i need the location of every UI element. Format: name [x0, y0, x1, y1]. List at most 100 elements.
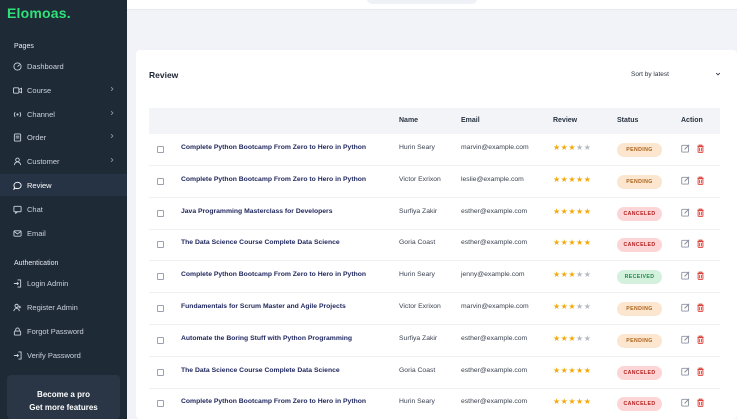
trash-icon[interactable] [696, 208, 705, 217]
sidebar-item-label: Dashboard [27, 61, 64, 71]
scrollbar[interactable] [727, 0, 737, 419]
col-action-header: Action [681, 117, 703, 124]
course-title[interactable]: Complete Python Bootcamp From Zero to He… [181, 144, 366, 151]
star-icon: ★ [553, 238, 561, 248]
rating-stars: ★★★★★ [553, 303, 591, 311]
row-checkbox[interactable] [157, 305, 164, 312]
row-checkbox[interactable] [157, 177, 164, 185]
trash-icon[interactable] [696, 176, 705, 185]
rating-stars: ★★★★★ [553, 144, 591, 152]
reviewer-email: esther@example.com [461, 239, 528, 247]
status-badge: CANCELED [617, 206, 662, 221]
sidebar-item-label: Order [27, 132, 47, 142]
mail-icon [13, 229, 22, 238]
sidebar-item-customer[interactable]: Customer [0, 150, 127, 172]
edit-icon[interactable] [681, 335, 690, 344]
col-email-header[interactable]: Email [461, 117, 480, 124]
trash-icon[interactable] [696, 144, 705, 153]
course-title[interactable]: Complete Python Bootcamp From Zero to He… [181, 176, 366, 183]
trash-icon[interactable] [696, 398, 705, 408]
table-row: Fundamentals for Scrum Master and Agile … [149, 293, 720, 325]
row-checkbox[interactable] [157, 146, 164, 153]
row-checkbox[interactable] [157, 273, 164, 281]
sidebar-item-order[interactable]: Order [0, 126, 127, 148]
row-checkbox[interactable] [157, 209, 164, 217]
table-row: Complete Python Bootcamp From Zero to He… [149, 261, 720, 294]
order-icon [13, 132, 22, 142]
sidebar-item-label: Chat [27, 204, 43, 214]
star-icon: ★ [553, 397, 561, 407]
trash-icon[interactable] [696, 303, 705, 312]
course-title[interactable]: Java Programming Masterclass for Develop… [181, 208, 333, 215]
table-row: Java Programming Masterclass for Develop… [149, 198, 720, 230]
sidebar-item-forgot-password[interactable]: Forgot Password [0, 320, 127, 342]
trash-icon[interactable] [696, 239, 705, 249]
row-checkbox[interactable] [157, 336, 164, 344]
status-badge: CANCELED [617, 397, 662, 412]
star-icon: ★ [568, 302, 577, 311]
edit-icon[interactable] [681, 303, 690, 312]
edit-icon[interactable] [681, 208, 690, 217]
edit-icon[interactable] [681, 367, 690, 376]
course-title[interactable]: The Data Science Course Complete Data Sc… [181, 239, 340, 246]
sidebar-item-verify-password[interactable]: Verify Password [0, 344, 127, 366]
table-row: Complete Python Bootcamp From Zero to He… [149, 134, 720, 166]
edit-icon[interactable] [681, 398, 690, 407]
course-title[interactable]: Complete Python Bootcamp From Zero to He… [181, 271, 366, 278]
sidebar-item-label: Login Admin [27, 278, 69, 288]
status-badge: PENDING [617, 302, 662, 316]
reviewer-email: marvin@example.com [461, 144, 529, 151]
edit-icon[interactable] [681, 239, 690, 248]
app-logo[interactable]: Elomoas. [7, 5, 71, 21]
sidebar-item-chat[interactable]: Chat [0, 198, 127, 220]
col-review-header[interactable]: Review [553, 117, 577, 124]
status-badge: PENDING [617, 143, 662, 157]
promo-card[interactable]: Become a pro Get more features [7, 375, 120, 419]
col-name-header[interactable]: Name [399, 117, 418, 124]
sidebar-item-label: Forgot Password [27, 326, 84, 336]
video-icon [13, 86, 22, 95]
sidebar-item-register-admin[interactable]: Register Admin [0, 296, 127, 318]
sidebar-item-email[interactable]: Email [0, 222, 127, 244]
sidebar-item-label: Verify Password [27, 350, 81, 360]
course-title[interactable]: The Data Science Course Complete Data Sc… [181, 367, 340, 374]
rating-stars: ★★★★★ [553, 366, 591, 375]
chevron-right-icon [110, 86, 114, 92]
row-checkbox[interactable] [157, 400, 164, 408]
trash-icon[interactable] [696, 335, 705, 344]
row-checkbox[interactable] [157, 241, 164, 249]
star-icon: ★ [576, 143, 584, 152]
search-bar[interactable] [367, 0, 477, 4]
edit-icon[interactable] [681, 271, 690, 280]
trash-icon[interactable] [696, 271, 705, 281]
edit-icon[interactable] [681, 144, 690, 153]
pages-section-title: Pages [14, 43, 34, 50]
reviewer-name: Goria Coast [399, 239, 436, 247]
user-icon [13, 157, 22, 166]
sidebar-item-channel[interactable]: Channel [0, 103, 127, 125]
course-title[interactable]: Fundamentals for Scrum Master and Agile … [181, 303, 346, 310]
trash-icon[interactable] [696, 367, 705, 376]
sidebar-item-review[interactable]: Review [0, 174, 127, 196]
star-icon: ★ [568, 333, 577, 343]
sidebar-item-login-admin[interactable]: Login Admin [0, 272, 127, 294]
course-title[interactable]: Complete Python Bootcamp From Zero to He… [181, 398, 366, 405]
star-icon: ★ [583, 397, 592, 407]
page-title: Review [149, 70, 179, 80]
star-icon: ★ [576, 397, 584, 407]
promo-title: Become a pro [37, 390, 90, 399]
row-checkbox[interactable] [157, 368, 164, 376]
sort-dropdown[interactable]: Sort by latest [631, 68, 721, 80]
star-icon: ★ [576, 206, 584, 216]
star-icon: ★ [576, 174, 584, 184]
col-status-header[interactable]: Status [617, 117, 638, 124]
course-title[interactable]: Automate the Boring Stuff with Python Pr… [181, 335, 352, 342]
edit-icon[interactable] [681, 176, 690, 185]
reviewer-name: Victor Exrixon [399, 303, 441, 310]
reviewer-email: marvin@example.com [461, 303, 529, 310]
sidebar-item-dashboard[interactable]: Dashboard [0, 55, 127, 77]
sidebar-item-course[interactable]: Course [0, 79, 127, 101]
sort-label: Sort by latest [631, 70, 669, 78]
table-row: Automate the Boring Stuff with Python Pr… [149, 325, 720, 357]
star-icon: ★ [553, 174, 561, 184]
